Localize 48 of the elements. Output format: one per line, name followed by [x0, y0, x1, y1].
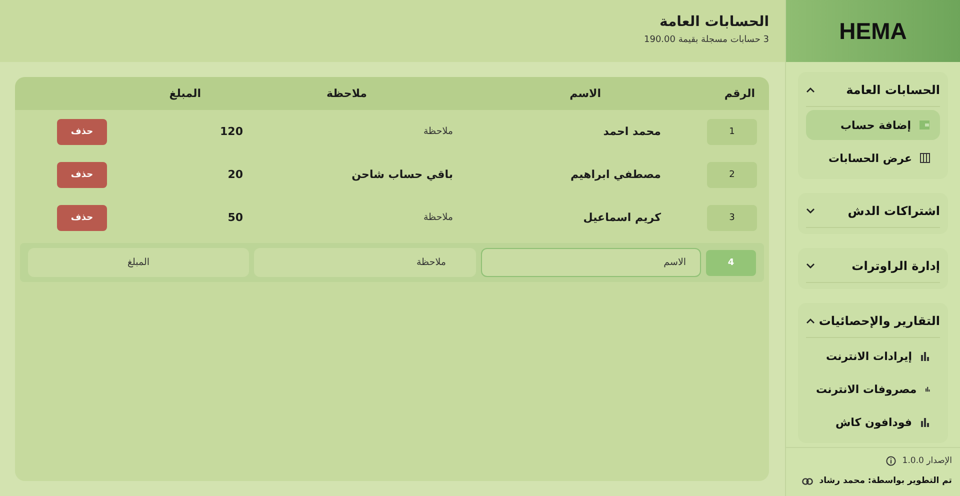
- section-header[interactable]: اشتراكات الدش: [806, 193, 940, 228]
- note-cell-text: ملاحظة: [422, 212, 454, 223]
- amount-cell-text: 50: [226, 211, 243, 224]
- note-cell-text: ملاحظة: [422, 126, 454, 137]
- name-cell-text: محمد احمد: [602, 125, 662, 138]
- column-header: ملاحظة: [326, 87, 368, 100]
- page-subtitle: 3 حسابات مسجلة بقيمة 190.00: [643, 35, 769, 45]
- menu-item[interactable]: إيرادات الانترنت: [806, 341, 940, 371]
- name-cell-text: كريم اسماعيل: [582, 211, 662, 224]
- row-number: 4: [706, 250, 756, 276]
- menu-item[interactable]: عرض الحسابات: [806, 143, 940, 173]
- amount-cell-text: 120: [219, 125, 243, 138]
- section-header[interactable]: التقارير والإحصائيات: [806, 303, 940, 338]
- column-header: الرقم: [723, 87, 755, 100]
- row-number: 1: [707, 118, 757, 144]
- section-header[interactable]: الحسابات العامة: [806, 72, 940, 107]
- menu-item[interactable]: مصروفات الانترنت: [806, 374, 940, 404]
- amount-field[interactable]: المبلغ: [28, 248, 249, 277]
- link-icon: [802, 478, 814, 484]
- chevron-icon: [806, 208, 815, 214]
- amount-cell-text: 20: [226, 168, 243, 181]
- delete-button[interactable]: حذف: [57, 118, 107, 144]
- bar-chart-icon: [920, 417, 930, 427]
- column-header: الاسم: [568, 87, 602, 100]
- wallet-icon: [919, 120, 930, 130]
- row-number: 3: [707, 204, 757, 230]
- credit-text: تم التطوير بواسطة: محمد رشاد: [819, 476, 952, 486]
- menu-item[interactable]: إضافة حساب: [806, 110, 940, 140]
- bar-chart-icon: [924, 384, 930, 394]
- note-field[interactable]: ملاحظة: [254, 248, 476, 277]
- chevron-icon: [806, 263, 815, 269]
- chevron-icon: [806, 318, 815, 324]
- logo: HEMA: [839, 18, 907, 44]
- info-icon: [886, 456, 896, 466]
- delete-button[interactable]: حذف: [57, 204, 107, 230]
- delete-button[interactable]: حذف: [57, 162, 107, 188]
- menu-item[interactable]: فودافون كاش: [806, 407, 940, 437]
- name-cell-text: مصطفي ابراهيم: [570, 168, 662, 181]
- section-header[interactable]: إدارة الراوترات: [806, 248, 940, 283]
- row-number: 2: [707, 162, 757, 188]
- version-text: الإصدار 1.0.0: [902, 456, 952, 466]
- column-header: المبلغ: [168, 87, 202, 100]
- page-title: الحسابات العامة: [658, 14, 769, 30]
- list-icon: [920, 153, 930, 163]
- note-cell-text: باقي حساب شاحن: [350, 168, 454, 181]
- bar-chart-icon: [920, 351, 930, 361]
- name-field[interactable]: الاسم: [481, 248, 701, 277]
- chevron-icon: [806, 87, 815, 93]
